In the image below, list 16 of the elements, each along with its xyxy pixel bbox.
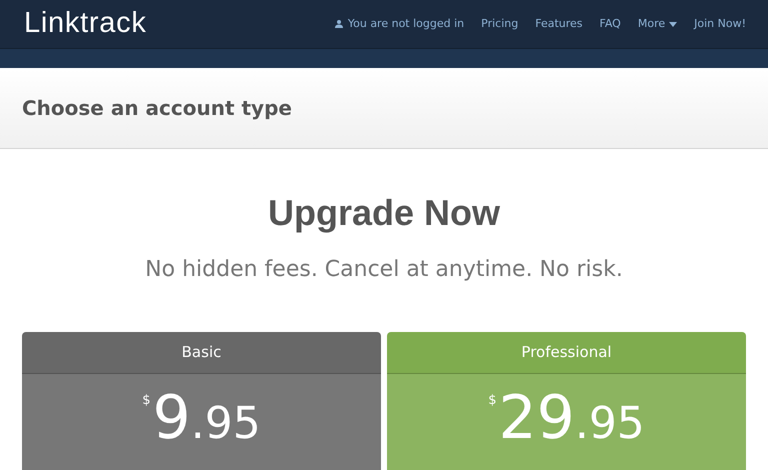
- nav-link[interactable]: Join Now!: [694, 16, 746, 32]
- plan-name: Professional: [521, 342, 612, 364]
- nav-link[interactable]: Features: [535, 16, 583, 32]
- brand-logo[interactable]: Linktrack: [24, 2, 147, 46]
- page-title: Choose an account type: [22, 95, 292, 122]
- nav-link[interactable]: Pricing: [481, 16, 518, 32]
- caret-icon: [669, 22, 678, 26]
- plan-price: $9.95: [142, 388, 261, 455]
- user-icon: [334, 20, 343, 28]
- plan-name: Basic: [182, 342, 222, 364]
- nav-link[interactable]: FAQ: [600, 16, 621, 32]
- hero-title: Upgrade Now: [268, 191, 500, 235]
- plan-price: $29.95: [488, 388, 645, 455]
- hero-subtitle: No hidden fees. Cancel at anytime. No risk.: [145, 256, 623, 284]
- nav-link[interactable]: More: [638, 16, 678, 32]
- login-status: You are not logged in: [348, 16, 464, 32]
